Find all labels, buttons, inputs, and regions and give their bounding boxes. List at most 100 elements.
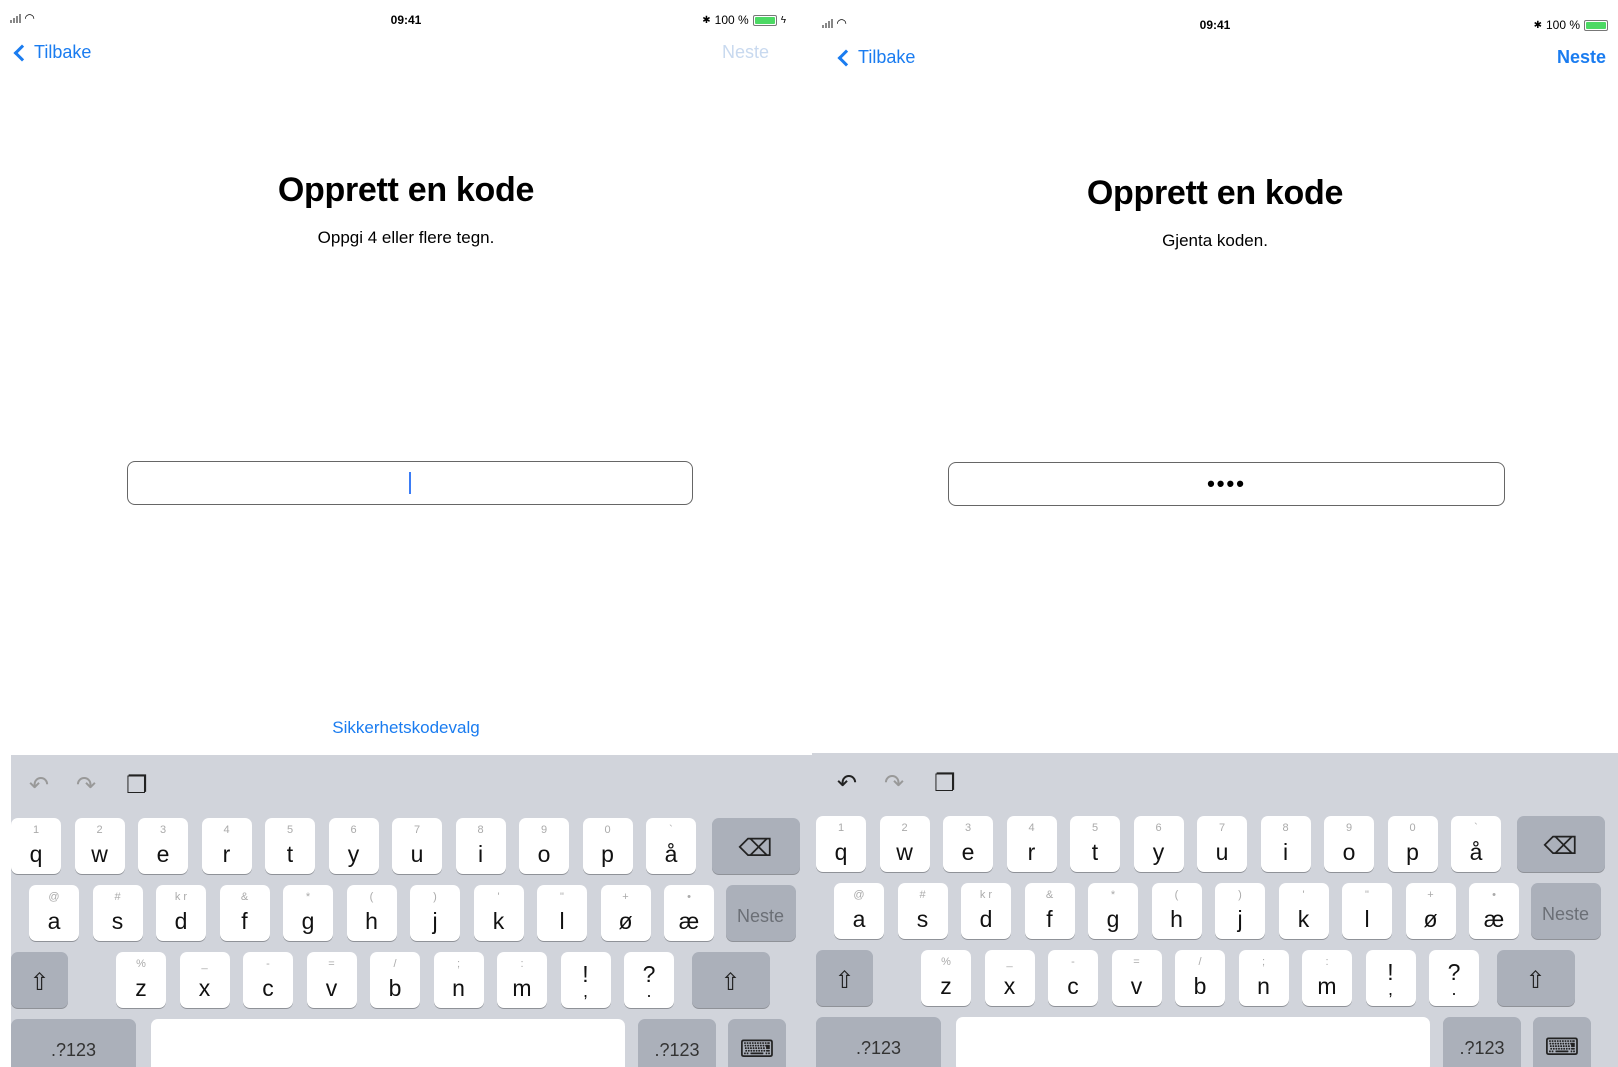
key-a[interactable]: @ a	[29, 885, 79, 941]
key-t[interactable]: 5t	[265, 818, 315, 874]
key-r[interactable]: 4r	[1006, 816, 1057, 872]
space-bar[interactable]	[956, 1017, 1430, 1067]
key-label: b	[1193, 973, 1207, 999]
key-e[interactable]: 3e	[943, 816, 993, 872]
key-alt-label: =	[1133, 956, 1140, 968]
next-button[interactable]: Neste	[1557, 47, 1606, 68]
key-h[interactable]: (h	[346, 885, 397, 941]
key-b[interactable]: / b	[1175, 950, 1225, 1006]
hide-keyboard-key[interactable]: ⌨	[728, 1019, 786, 1067]
key-i[interactable]: 8i	[1260, 816, 1311, 872]
key-y[interactable]: 6y	[1133, 816, 1184, 872]
key-?[interactable]: ?.	[624, 952, 674, 1008]
back-button[interactable]: Tilbake	[837, 47, 915, 68]
paste-icon[interactable]: ❐	[934, 769, 956, 798]
key-w[interactable]: 2w	[74, 818, 125, 874]
delete-key[interactable]: ⌫	[711, 818, 800, 874]
key-o[interactable]: 9o	[1324, 816, 1374, 872]
key-f[interactable]: & f	[219, 885, 270, 941]
paste-icon[interactable]: ❐	[126, 771, 148, 800]
key-y[interactable]: 6y	[328, 818, 379, 874]
numbers-key-right[interactable]: .?123	[638, 1019, 716, 1067]
key-l[interactable]: " l	[1342, 883, 1392, 939]
key-![interactable]: !,	[1365, 950, 1416, 1006]
key-v[interactable]: = v	[1111, 950, 1162, 1006]
key-n[interactable]: ; n	[1238, 950, 1289, 1006]
key-d[interactable]: k r d	[156, 885, 206, 941]
shift-key-right[interactable]: ⇧	[691, 952, 770, 1008]
key-q[interactable]: 1q	[816, 816, 866, 872]
numbers-key-right[interactable]: .?123	[1443, 1017, 1521, 1067]
return-key[interactable]: Neste	[725, 885, 796, 941]
key-sub-label: .	[646, 981, 652, 1001]
key-d[interactable]: k r d	[961, 883, 1011, 939]
key-p[interactable]: 0p	[582, 818, 633, 874]
passcode-input[interactable]: ••••	[948, 462, 1505, 506]
key-u[interactable]: 7u	[1197, 816, 1247, 872]
key-æ[interactable]: • æ	[664, 885, 714, 941]
key-e[interactable]: 3e	[138, 818, 188, 874]
key-alt-label: 7	[413, 824, 421, 836]
key-v[interactable]: = v	[306, 952, 357, 1008]
key-n[interactable]: ; n	[433, 952, 484, 1008]
return-key[interactable]: Neste	[1530, 883, 1601, 939]
undo-icon[interactable]: ↶	[837, 769, 857, 798]
passcode-input[interactable]	[127, 461, 693, 505]
key-t[interactable]: 5t	[1070, 816, 1120, 872]
key-ø[interactable]: + ø	[1405, 883, 1456, 939]
key-b[interactable]: / b	[370, 952, 420, 1008]
redo-icon[interactable]: ↷	[884, 769, 904, 798]
back-button[interactable]: Tilbake	[13, 42, 91, 63]
shift-key-left[interactable]: ⇧	[816, 950, 873, 1006]
key-s[interactable]: # s	[897, 883, 948, 939]
delete-key[interactable]: ⌫	[1516, 816, 1605, 872]
key-m[interactable]: :m	[497, 952, 547, 1008]
key-s[interactable]: # s	[92, 885, 143, 941]
key-?[interactable]: ?.	[1429, 950, 1479, 1006]
redo-icon[interactable]: ↷	[76, 771, 96, 800]
numbers-key-left[interactable]: .?123	[11, 1019, 136, 1067]
key-ø[interactable]: + ø	[600, 885, 651, 941]
key-label: e	[156, 841, 170, 867]
key-æ[interactable]: • æ	[1469, 883, 1519, 939]
key-z[interactable]: % z	[921, 950, 971, 1006]
key-label: b	[388, 975, 402, 1001]
undo-icon[interactable]: ↶	[29, 771, 49, 800]
key-h[interactable]: (h	[1151, 883, 1202, 939]
key-r[interactable]: 4r	[201, 818, 252, 874]
key-f[interactable]: & f	[1024, 883, 1075, 939]
shift-key-left[interactable]: ⇧	[11, 952, 68, 1008]
key-p[interactable]: 0p	[1387, 816, 1438, 872]
bluetooth-icon: ✱	[1533, 19, 1542, 31]
key-k[interactable]: ' k	[1278, 883, 1329, 939]
key-å[interactable]: ` å	[646, 818, 696, 874]
next-button[interactable]: Neste	[722, 42, 769, 63]
key-i[interactable]: 8i	[455, 818, 506, 874]
key-g[interactable]: * g	[283, 885, 333, 941]
passcode-options-link[interactable]: Sikkerhetskodevalg	[0, 718, 812, 738]
key-l[interactable]: " l	[537, 885, 587, 941]
shift-key-right[interactable]: ⇧	[1496, 950, 1575, 1006]
key-w[interactable]: 2w	[879, 816, 930, 872]
numbers-key-left[interactable]: .?123	[816, 1017, 941, 1067]
space-bar[interactable]	[151, 1019, 625, 1067]
key-z[interactable]: % z	[116, 952, 166, 1008]
hide-keyboard-key[interactable]: ⌨	[1533, 1017, 1591, 1067]
key-k[interactable]: ' k	[473, 885, 524, 941]
key-j[interactable]: ) j	[410, 885, 460, 941]
key-j[interactable]: ) j	[1215, 883, 1265, 939]
key-g[interactable]: * g	[1088, 883, 1138, 939]
key-c[interactable]: -c	[1048, 950, 1098, 1006]
key-x[interactable]: _ x	[179, 952, 230, 1008]
key-m[interactable]: :m	[1302, 950, 1352, 1006]
key-u[interactable]: 7u	[392, 818, 442, 874]
delete-icon: ⌫	[1543, 833, 1578, 860]
key-label: u	[410, 841, 424, 867]
key-o[interactable]: 9o	[519, 818, 569, 874]
key-![interactable]: !,	[560, 952, 611, 1008]
key-å[interactable]: ` å	[1451, 816, 1501, 872]
key-a[interactable]: @ a	[834, 883, 884, 939]
key-c[interactable]: -c	[243, 952, 293, 1008]
key-q[interactable]: 1q	[11, 818, 61, 874]
key-x[interactable]: _ x	[984, 950, 1035, 1006]
